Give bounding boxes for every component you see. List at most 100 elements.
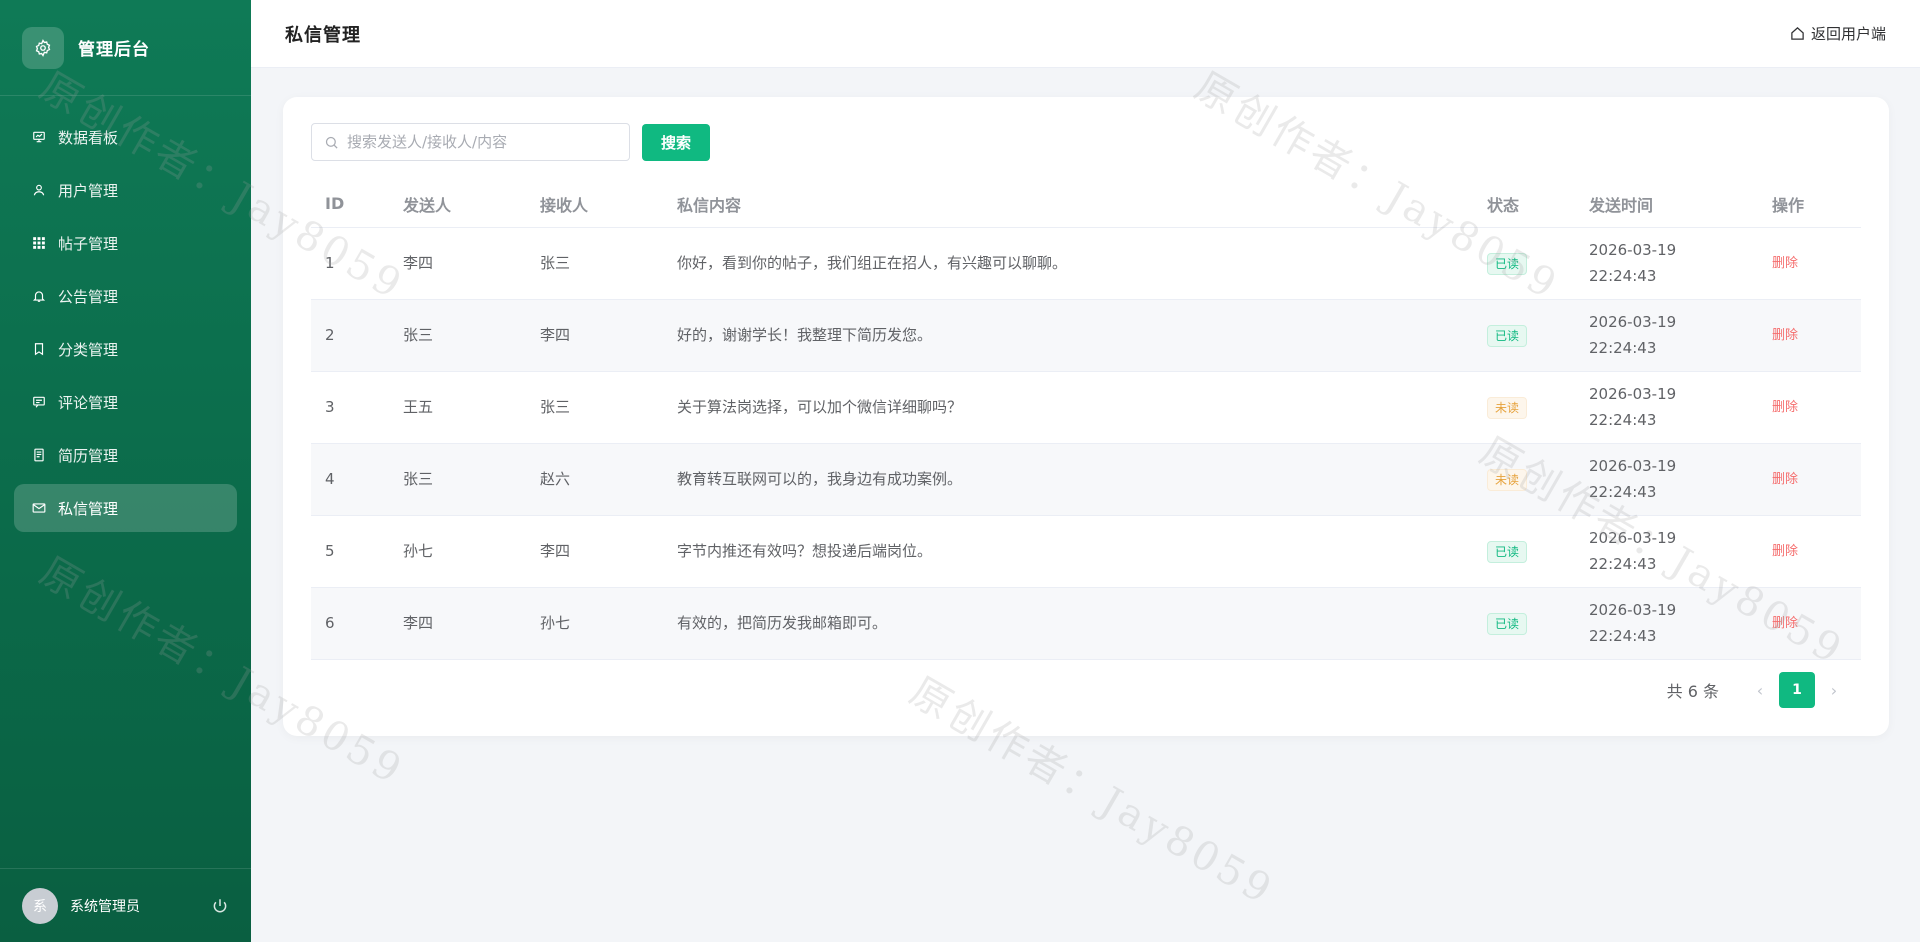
status-badge: 已读 — [1487, 541, 1528, 563]
delete-button[interactable]: 删除 — [1772, 328, 1798, 343]
admin-name: 系统管理员 — [70, 898, 140, 915]
column-header-time: 发送时间 — [1575, 181, 1758, 228]
avatar[interactable]: 系 — [22, 887, 58, 924]
sidebar-item-label: 评论管理 — [58, 393, 119, 412]
cell-action: 删除 — [1758, 515, 1861, 588]
cell-content: 好的，谢谢学长！我整理下简历发您。 — [663, 299, 1473, 372]
back-to-user-label: 返回用户端 — [1810, 25, 1886, 43]
delete-button[interactable]: 删除 — [1772, 400, 1798, 415]
delete-button[interactable]: 删除 — [1772, 472, 1798, 487]
cell-time: 2026-03-19 22:24:43 — [1575, 227, 1758, 300]
cell-date: 2026-03-19 — [1589, 601, 1677, 619]
sidebar-item-label: 分类管理 — [58, 340, 119, 359]
cell-receiver: 李四 — [526, 299, 663, 372]
sidebar-menu: 数据看板 用户管理 帖子管理 公告管理 分类管理 评论管理 简历管理 私信管理 — [0, 96, 251, 532]
column-header-receiver: 接收人 — [526, 181, 663, 228]
cell-status: 已读 — [1473, 587, 1575, 660]
sidebar-item-resumes[interactable]: 简历管理 — [14, 431, 237, 479]
search-input[interactable] — [347, 133, 617, 151]
cell-sender: 孙七 — [389, 515, 526, 588]
column-header-id: ID — [311, 181, 389, 228]
sidebar-item-messages[interactable]: 私信管理 — [14, 484, 237, 532]
cell-status: 未读 — [1473, 371, 1575, 444]
column-header-action: 操作 — [1758, 181, 1861, 228]
sidebar-item-users[interactable]: 用户管理 — [14, 166, 237, 214]
table-row: 2 张三 李四 好的，谢谢学长！我整理下简历发您。 已读 2026-03-19 2… — [311, 299, 1861, 372]
sidebar-item-dashboard[interactable]: 数据看板 — [14, 113, 237, 161]
cell-sender: 张三 — [389, 443, 526, 516]
cell-time: 2026-03-19 22:24:43 — [1575, 515, 1758, 588]
search-row: 搜索 — [311, 123, 1861, 161]
user-icon — [32, 183, 46, 197]
cell-action: 删除 — [1758, 227, 1861, 300]
sidebar-item-comments[interactable]: 评论管理 — [14, 378, 237, 426]
cell-receiver: 李四 — [526, 515, 663, 588]
delete-button[interactable]: 删除 — [1772, 256, 1798, 271]
pagination: 共 6 条 ‹ 1 › — [1667, 672, 1849, 708]
cell-action: 删除 — [1758, 299, 1861, 372]
sidebar-item-announcements[interactable]: 公告管理 — [14, 272, 237, 320]
page-number-button[interactable]: 1 — [1779, 672, 1815, 708]
cell-clock: 22:24:43 — [1589, 483, 1657, 501]
back-to-user-link[interactable]: 返回用户端 — [1790, 23, 1886, 44]
cell-id: 3 — [311, 371, 389, 444]
column-header-sender: 发送人 — [389, 181, 526, 228]
table-row: 6 李四 孙七 有效的，把简历发我邮箱即可。 已读 2026-03-19 22:2… — [311, 587, 1861, 660]
cell-receiver: 孙七 — [526, 587, 663, 660]
dashboard-icon — [32, 130, 46, 144]
cell-receiver: 张三 — [526, 227, 663, 300]
next-page-icon[interactable]: › — [1819, 681, 1849, 700]
table-row: 5 孙七 李四 字节内推还有效吗？想投递后端岗位。 已读 2026-03-19 2… — [311, 515, 1861, 588]
column-header-content: 私信内容 — [663, 181, 1473, 228]
cell-id: 1 — [311, 227, 389, 300]
cell-receiver: 张三 — [526, 371, 663, 444]
brand: 管理后台 — [0, 0, 251, 96]
power-icon[interactable] — [211, 897, 229, 915]
cell-content: 关于算法岗选择，可以加个微信详细聊吗？ — [663, 371, 1473, 444]
delete-button[interactable]: 删除 — [1772, 544, 1798, 559]
sidebar-item-label: 简历管理 — [58, 446, 119, 465]
cell-time: 2026-03-19 22:24:43 — [1575, 299, 1758, 372]
cell-sender: 李四 — [389, 227, 526, 300]
delete-button[interactable]: 删除 — [1772, 616, 1798, 631]
cell-sender: 张三 — [389, 299, 526, 372]
grid-icon — [32, 236, 46, 250]
messages-card: 搜索 ID 发送人 接收人 私信内容 状态 发送时间 操作 1 李四 张三 你好… — [283, 97, 1889, 736]
bookmark-icon — [32, 342, 46, 356]
cell-id: 4 — [311, 443, 389, 516]
cell-date: 2026-03-19 — [1589, 529, 1677, 547]
cell-action: 删除 — [1758, 443, 1861, 516]
brand-title: 管理后台 — [78, 40, 150, 60]
status-badge: 已读 — [1487, 613, 1528, 635]
search-button[interactable]: 搜索 — [642, 123, 710, 161]
cell-action: 删除 — [1758, 371, 1861, 444]
sidebar-item-label: 私信管理 — [58, 499, 119, 518]
sidebar-item-label: 用户管理 — [58, 181, 119, 200]
cell-content: 字节内推还有效吗？想投递后端岗位。 — [663, 515, 1473, 588]
table-row: 4 张三 赵六 教育转互联网可以的，我身边有成功案例。 未读 2026-03-1… — [311, 443, 1861, 516]
table-header-row: ID 发送人 接收人 私信内容 状态 发送时间 操作 — [311, 181, 1861, 228]
prev-page-icon[interactable]: ‹ — [1745, 681, 1775, 700]
cell-clock: 22:24:43 — [1589, 267, 1657, 285]
cell-date: 2026-03-19 — [1589, 313, 1677, 331]
cell-clock: 22:24:43 — [1589, 339, 1657, 357]
total-count: 共 6 条 — [1666, 682, 1719, 701]
sidebar-item-label: 数据看板 — [58, 128, 119, 147]
search-icon — [325, 136, 338, 149]
cell-id: 5 — [311, 515, 389, 588]
cell-date: 2026-03-19 — [1589, 385, 1677, 403]
mail-icon — [32, 501, 46, 515]
status-badge: 已读 — [1487, 325, 1528, 347]
cell-clock: 22:24:43 — [1589, 411, 1657, 429]
search-box — [311, 123, 630, 161]
sidebar-item-label: 公告管理 — [58, 287, 119, 306]
top-header: 私信管理 返回用户端 — [251, 0, 1920, 68]
cell-time: 2026-03-19 22:24:43 — [1575, 443, 1758, 516]
cell-clock: 22:24:43 — [1589, 627, 1657, 645]
cell-status: 未读 — [1473, 443, 1575, 516]
bell-icon — [32, 289, 46, 303]
sidebar-item-posts[interactable]: 帖子管理 — [14, 219, 237, 267]
sidebar-item-categories[interactable]: 分类管理 — [14, 325, 237, 373]
status-badge: 未读 — [1487, 397, 1528, 419]
cell-sender: 王五 — [389, 371, 526, 444]
